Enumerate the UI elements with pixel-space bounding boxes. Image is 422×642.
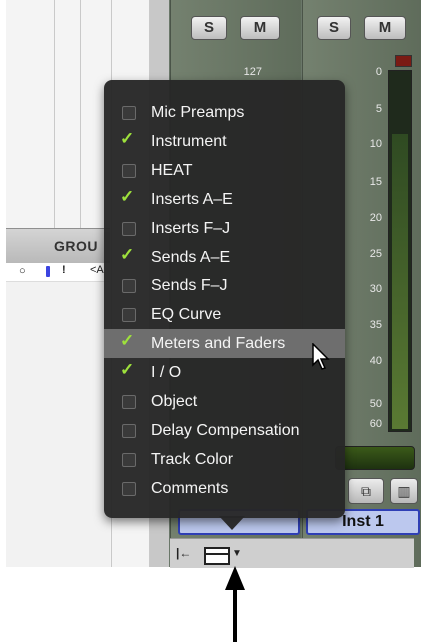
menu-item-label: Inserts F–J bbox=[151, 219, 231, 237]
meter-scale-tick: 5 bbox=[375, 103, 382, 115]
menu-item-label: Object bbox=[151, 393, 198, 410]
meter-scale-tick: 50 bbox=[369, 398, 382, 410]
menu-item-label: Track Color bbox=[151, 450, 234, 468]
menu-item[interactable]: Sends F–J bbox=[104, 271, 345, 300]
meter-scale-tick: 10 bbox=[369, 138, 382, 150]
menu-pointer bbox=[219, 516, 245, 530]
meter-scale-tick: 25 bbox=[369, 248, 382, 260]
menu-item-label: EQ Curve bbox=[151, 306, 222, 324]
menu-item[interactable]: Delay Compensation bbox=[104, 416, 345, 445]
menu-item-label: I / O bbox=[151, 364, 182, 382]
level-meter bbox=[388, 70, 412, 432]
menu-item[interactable]: ✓ Instrument bbox=[104, 127, 345, 156]
mouse-pointer-icon bbox=[312, 343, 330, 370]
meter-scale-tick: 30 bbox=[369, 283, 382, 295]
mixer-bottom-bar: |← ▼ bbox=[170, 538, 414, 568]
group-bang: ! bbox=[62, 264, 66, 276]
menu-item[interactable]: Inserts F–J bbox=[104, 214, 345, 243]
chevron-down-icon[interactable]: ▼ bbox=[232, 548, 242, 559]
meter-scale-tick: 20 bbox=[369, 212, 382, 224]
menu-item[interactable]: Object bbox=[104, 387, 345, 416]
meter-scale-tick: 40 bbox=[369, 355, 382, 367]
menu-item-label: Inserts A–E bbox=[151, 190, 233, 208]
meter-fill bbox=[392, 133, 408, 429]
checkmark-icon: ✓ bbox=[120, 128, 135, 148]
meter-scale-tick: 15 bbox=[369, 176, 382, 188]
group-circle-icon: ○ bbox=[19, 265, 26, 277]
solo-button[interactable]: S bbox=[191, 16, 227, 40]
checkmark-icon: ✓ bbox=[120, 244, 135, 264]
checkbox-icon bbox=[122, 221, 136, 236]
checkbox-icon bbox=[122, 423, 136, 438]
menu-item-label: HEAT bbox=[151, 161, 193, 179]
checkmark-icon: ✓ bbox=[120, 360, 135, 380]
menu-item-label: Delay Compensation bbox=[151, 421, 300, 439]
output-window-button[interactable]: ⧉ bbox=[348, 478, 384, 504]
group-tag: <A bbox=[90, 264, 104, 276]
checkbox-icon bbox=[122, 452, 136, 467]
meter-scale-tick: 60 bbox=[369, 418, 382, 430]
group-color-swatch bbox=[46, 266, 50, 277]
mute-button[interactable]: M bbox=[364, 16, 406, 40]
menu-item[interactable]: ✓ Sends A–E bbox=[104, 243, 345, 272]
checkbox-icon bbox=[122, 106, 136, 120]
menu-item-label: Meters and Faders bbox=[151, 335, 286, 353]
checkbox-icon bbox=[122, 279, 136, 294]
checkbox-icon bbox=[122, 308, 136, 323]
checkmark-icon: ✓ bbox=[120, 331, 135, 351]
solo-button[interactable]: S bbox=[317, 16, 351, 40]
fader-top-value: 127 bbox=[243, 66, 262, 78]
checkmark-icon: ✓ bbox=[120, 186, 135, 206]
annotation-arrow-icon bbox=[225, 566, 245, 642]
menu-item[interactable]: HEAT bbox=[104, 156, 345, 185]
menu-item[interactable]: ✓ I / O bbox=[104, 358, 345, 387]
menu-item-label: Sends A–E bbox=[151, 248, 231, 266]
mute-button[interactable]: M bbox=[240, 16, 280, 40]
checkbox-icon bbox=[122, 163, 136, 178]
menu-item[interactable]: Track Color bbox=[104, 445, 345, 474]
checkbox-icon bbox=[122, 481, 136, 496]
view-selector-icon[interactable] bbox=[204, 547, 230, 565]
checkbox-icon bbox=[122, 395, 136, 409]
group-row[interactable]: ○ ! <A bbox=[6, 263, 110, 282]
collapse-arrow-icon[interactable]: |← bbox=[176, 546, 191, 560]
groups-panel: GROU ○ ! <A bbox=[6, 228, 110, 567]
clip-indicator[interactable] bbox=[395, 55, 412, 67]
level-display bbox=[335, 446, 415, 470]
menu-item[interactable]: Comments bbox=[104, 474, 345, 503]
meter-scale-tick: 0 bbox=[375, 66, 382, 78]
mix-window-view-menu: Mic Preamps ✓ Instrument HEAT ✓ Inserts A–E In… bbox=[104, 80, 345, 518]
groups-header[interactable]: GROU bbox=[6, 229, 110, 264]
meter-scale-tick: 35 bbox=[369, 319, 382, 331]
menu-item[interactable]: Mic Preamps bbox=[104, 98, 345, 127]
menu-item-label: Comments bbox=[151, 479, 229, 497]
menu-item-label: Sends F–J bbox=[151, 277, 228, 295]
menu-item-label: Mic Preamps bbox=[151, 104, 245, 121]
menu-item[interactable]: EQ Curve bbox=[104, 300, 345, 329]
menu-item[interactable]: ✓ Inserts A–E bbox=[104, 185, 345, 214]
groups-header-label: GROU bbox=[54, 238, 98, 254]
menu-item-label: Instrument bbox=[151, 132, 227, 150]
track-view-button[interactable]: ▥ bbox=[390, 478, 418, 504]
menu-item[interactable]: ✓ Meters and Faders bbox=[104, 329, 345, 359]
